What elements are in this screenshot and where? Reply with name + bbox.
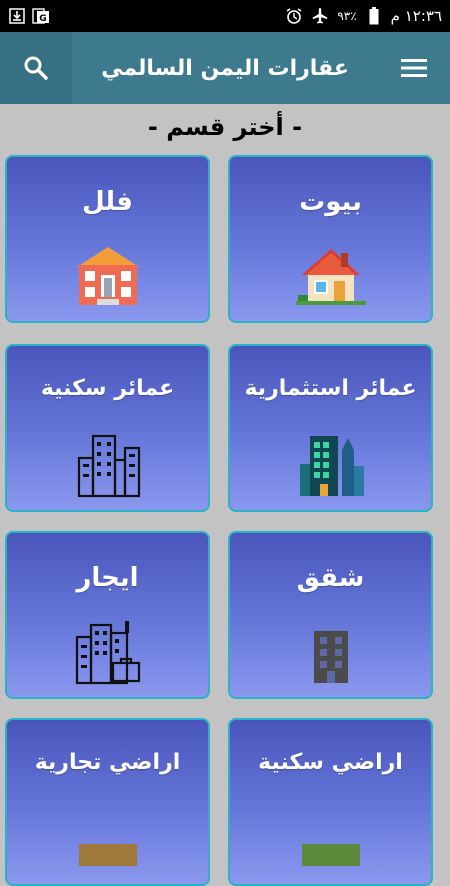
- status-bar: G ٩٣٪ ١٢:٣٦ م: [0, 0, 450, 32]
- battery-percent: ٩٣٪: [337, 9, 357, 23]
- commercial-land-icon: [78, 844, 137, 866]
- category-card-investment-buildings[interactable]: عمائر استثمارية: [228, 344, 433, 512]
- section-title: - أختر قسم -: [147, 113, 303, 141]
- clock: ١٢:٣٦ م: [390, 7, 442, 25]
- alarm-icon: [285, 7, 303, 25]
- battery-icon: [365, 7, 383, 25]
- status-indicators: ٩٣٪ ١٢:٣٦ م: [285, 7, 442, 25]
- investment-buildings-icon: [299, 436, 364, 496]
- category-card-villas[interactable]: فلل: [5, 155, 210, 323]
- menu-button[interactable]: [378, 32, 450, 104]
- residential-buildings-icon: [77, 434, 140, 498]
- app-notification-icon: G: [32, 7, 50, 25]
- download-icon: [8, 7, 26, 25]
- category-label: عمائر سكنية: [40, 376, 175, 401]
- category-card-rent[interactable]: ايجار: [5, 531, 210, 699]
- category-card-residential-land[interactable]: اراضي سكنية: [228, 718, 433, 886]
- category-label: عمائر استثمارية: [244, 376, 417, 401]
- category-label: فلل: [82, 187, 133, 217]
- app-bar: عقارات اليمن السالمي: [0, 32, 450, 104]
- category-card-apartments[interactable]: شقق: [228, 531, 433, 699]
- category-label: ايجار: [76, 563, 139, 593]
- apartment-building-icon: [313, 631, 348, 683]
- residential-land-icon: [301, 844, 360, 866]
- airplane-mode-icon: [311, 7, 329, 25]
- status-notifications: G: [8, 7, 50, 25]
- category-label: بيوت: [299, 187, 362, 217]
- rent-buildings-icon: [75, 621, 140, 685]
- house-icon: [295, 249, 366, 305]
- hamburger-menu-icon: [401, 59, 427, 77]
- category-label: اراضي تجارية: [34, 750, 181, 775]
- category-label: شقق: [296, 563, 365, 593]
- search-button[interactable]: [0, 32, 72, 104]
- app-title: عقارات اليمن السالمي: [101, 55, 349, 81]
- category-card-houses[interactable]: بيوت: [228, 155, 433, 323]
- category-card-residential-buildings[interactable]: عمائر سكنية: [5, 344, 210, 512]
- svg-text:G: G: [39, 14, 46, 24]
- category-card-commercial-land[interactable]: اراضي تجارية: [5, 718, 210, 886]
- villa-icon: [76, 247, 139, 305]
- search-icon: [24, 56, 48, 80]
- category-label: اراضي سكنية: [258, 750, 403, 775]
